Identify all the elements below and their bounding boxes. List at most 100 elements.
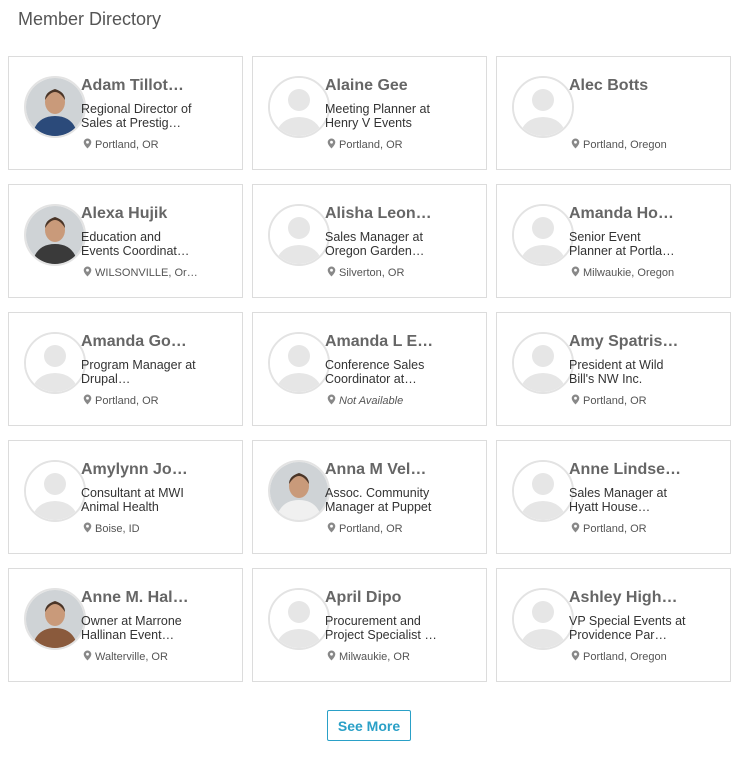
member-card[interactable]: Anna M Vel… Assoc. Community Manager at P… [252,440,487,554]
avatar-placeholder-icon[interactable] [268,76,330,138]
member-photo[interactable] [268,460,330,522]
member-name[interactable]: Amy Spatris… [569,333,687,351]
member-card[interactable]: Amylynn Jo… Consultant at MWI Animal Heal… [8,440,243,554]
member-location: Portland, OR [83,138,233,151]
member-directory-page: Member Directory Adam Tillot… Regional Di… [0,0,741,757]
member-location-text: Portland, OR [339,139,403,151]
member-title: Sales Manager at Oregon Garden… [325,230,425,258]
member-name[interactable]: Anne M. Hal… [81,589,199,607]
map-pin-icon [327,266,339,279]
member-title: VP Special Events at Providence Par… [569,614,686,642]
member-card[interactable]: Amanda Ho… Senior Event Planner at Portla… [496,184,731,298]
member-card[interactable]: Amanda Go… Program Manager at Drupal… Port… [8,312,243,426]
member-location: Portland, OR [327,138,477,151]
avatar-placeholder-icon[interactable] [24,332,86,394]
member-location: Not Available [327,394,477,407]
member-location: Portland, Oregon [571,138,721,151]
member-title: Senior Event Planner at Portla… [569,230,675,258]
member-card[interactable]: Alisha Leon… Sales Manager at Oregon Gard… [252,184,487,298]
member-location-text: WILSONVILLE, Or… [95,267,198,279]
avatar-placeholder-icon[interactable] [512,76,574,138]
avatar-placeholder-icon[interactable] [24,460,86,522]
member-name[interactable]: Anna M Vel… [325,461,443,479]
member-location-text: Walterville, OR [95,651,168,663]
member-location-text: Portland, OR [95,139,159,151]
map-pin-icon [327,394,339,407]
map-pin-icon [571,394,583,407]
member-location: Milwaukie, OR [327,650,477,663]
map-pin-icon [83,266,95,279]
member-card[interactable]: April Dipo Procurement and Project Specia… [252,568,487,682]
member-location-text: Portland, Oregon [583,651,667,663]
map-pin-icon [327,138,339,151]
member-location-text: Milwaukie, Oregon [583,267,675,279]
member-name[interactable]: Amylynn Jo… [81,461,199,479]
avatar-placeholder-icon[interactable] [268,204,330,266]
avatar-placeholder-icon[interactable] [512,332,574,394]
member-name[interactable]: Anne Lindse… [569,461,687,479]
member-title: Assoc. Community Manager at Puppet [325,486,432,514]
member-card[interactable]: Amy Spatris… President at Wild Bill's NW … [496,312,731,426]
member-title: Owner at Marrone Hallinan Event… [81,614,182,642]
member-card[interactable]: Anne Lindse… Sales Manager at Hyatt House… [496,440,731,554]
member-photo[interactable] [24,588,86,650]
member-location-text: Portland, OR [583,395,647,407]
avatar-placeholder-icon[interactable] [268,332,330,394]
member-location: Portland, OR [571,394,721,407]
avatar-placeholder-icon[interactable] [512,204,574,266]
member-name[interactable]: Alisha Leon… [325,205,443,223]
member-grid: Adam Tillot… Regional Director of Sales a… [8,56,731,682]
map-pin-icon [83,138,95,151]
map-pin-icon [571,650,583,663]
member-card[interactable]: Alaine Gee Meeting Planner at Henry V Eve… [252,56,487,170]
avatar-placeholder-icon[interactable] [512,588,574,650]
avatar-placeholder-icon[interactable] [268,588,330,650]
member-location: Silverton, OR [327,266,477,279]
member-card[interactable]: Amanda L E… Conference Sales Coordinator … [252,312,487,426]
member-location-text: Not Available [339,395,404,407]
member-name[interactable]: Amanda Go… [81,333,199,351]
member-name[interactable]: Alexa Hujik [81,205,199,223]
member-title: Meeting Planner at Henry V Events [325,102,430,130]
member-photo[interactable] [24,76,86,138]
map-pin-icon [327,522,339,535]
page-title: Member Directory [18,9,162,29]
member-location: Milwaukie, Oregon [571,266,721,279]
member-title: Procurement and Project Specialist … [325,614,437,642]
member-location-text: Portland, OR [95,395,159,407]
member-name[interactable]: Ashley High… [569,589,687,607]
map-pin-icon [83,522,95,535]
member-location-text: Silverton, OR [339,267,405,279]
member-title: Sales Manager at Hyatt House… [569,486,667,514]
member-title: President at Wild Bill's NW Inc. [569,358,664,386]
member-location: Portland, OR [327,522,477,535]
member-name[interactable]: Alaine Gee [325,77,443,95]
member-name[interactable]: Alec Botts [569,77,687,95]
member-photo[interactable] [24,204,86,266]
map-pin-icon [571,138,583,151]
member-title: Program Manager at Drupal… [81,358,196,386]
member-name[interactable]: April Dipo [325,589,443,607]
member-title: Education and Events Coordinat… [81,230,190,258]
member-name[interactable]: Amanda Ho… [569,205,687,223]
member-card[interactable]: Ashley High… VP Special Events at Provide… [496,568,731,682]
map-pin-icon [571,266,583,279]
see-more-button[interactable]: See More [327,710,411,741]
member-location: Portland, OR [83,394,233,407]
member-location-text: Portland, OR [583,523,647,535]
member-location-text: Portland, Oregon [583,139,667,151]
member-card[interactable]: Anne M. Hal… Owner at Marrone Hallinan Ev… [8,568,243,682]
member-location-text: Milwaukie, OR [339,651,410,663]
map-pin-icon [571,522,583,535]
member-location: Portland, OR [571,522,721,535]
map-pin-icon [327,650,339,663]
member-card[interactable]: Alec Botts Portland, Oregon [496,56,731,170]
member-location: Boise, ID [83,522,233,535]
member-title: Conference Sales Coordinator at… [325,358,425,386]
member-location: Walterville, OR [83,650,233,663]
member-name[interactable]: Adam Tillot… [81,77,199,95]
member-card[interactable]: Adam Tillot… Regional Director of Sales a… [8,56,243,170]
member-name[interactable]: Amanda L E… [325,333,443,351]
member-card[interactable]: Alexa Hujik Education and Events Coordina… [8,184,243,298]
avatar-placeholder-icon[interactable] [512,460,574,522]
